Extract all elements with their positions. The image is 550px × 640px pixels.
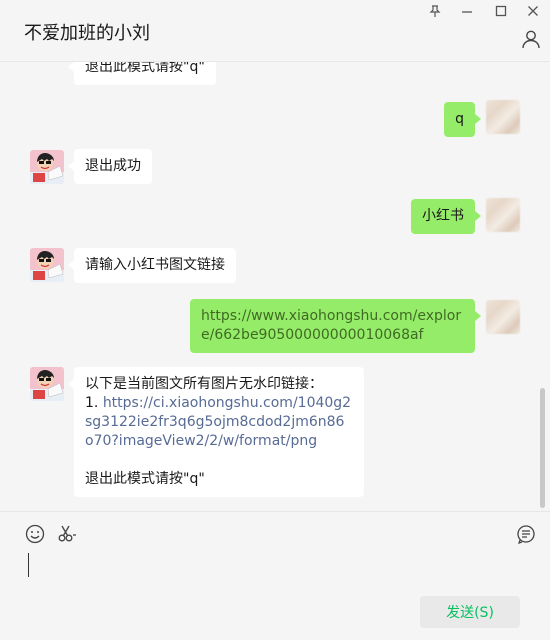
message-bubble-received[interactable]: 请输入小红书图文链接 <box>68 248 236 283</box>
message-text: 退出此模式请按"q" <box>85 62 205 75</box>
contact-avatar[interactable] <box>30 248 64 282</box>
input-area: 发送(S) <box>0 511 550 640</box>
emoji-icon[interactable] <box>24 523 46 545</box>
message-bubble-received[interactable]: 以下是当前图文所有图片无水印链接： 1. https://ci.xiaohong… <box>68 367 364 497</box>
maximize-icon[interactable] <box>490 4 512 22</box>
message-link[interactable]: https://www.xiaohongshu.com/explore/662b… <box>201 308 461 343</box>
message-bubble-received[interactable]: 退出成功 <box>68 149 152 184</box>
send-button[interactable]: 发送(S) <box>420 596 520 628</box>
message-list[interactable]: 退出此模式请按"q" q 退出成功 小红书 请输入小红书图文链接 https:/… <box>0 62 550 511</box>
message-text: q <box>455 111 464 127</box>
message-bubble-sent[interactable]: 小红书 <box>411 199 481 234</box>
chat-header: 不爱加班的小刘 <box>0 0 550 62</box>
self-avatar[interactable] <box>486 300 520 334</box>
message-bubble-sent[interactable]: q <box>444 102 481 137</box>
message-footer: 退出此模式请按"q" <box>85 471 205 487</box>
self-avatar[interactable] <box>486 100 520 134</box>
message-bubble-received[interactable]: 退出此模式请按"q" <box>68 62 216 85</box>
message-link-row: 1. https://ci.xiaohongshu.com/1040g2sg31… <box>85 394 353 451</box>
message-text: 小红书 <box>422 208 464 224</box>
message-intro: 以下是当前图文所有图片无水印链接： <box>85 376 323 392</box>
text-cursor[interactable] <box>28 553 29 577</box>
contact-avatar[interactable] <box>30 367 64 401</box>
contact-avatar[interactable] <box>30 150 64 184</box>
pin-icon[interactable] <box>424 4 446 22</box>
self-avatar[interactable] <box>486 198 520 232</box>
person-icon[interactable] <box>520 28 542 50</box>
message-text: 请输入小红书图文链接 <box>85 257 225 273</box>
chat-scrollbar[interactable] <box>540 388 545 508</box>
image-link[interactable]: https://ci.xiaohongshu.com/1040g2sg3122i… <box>85 395 351 449</box>
chat-history-icon[interactable] <box>515 523 537 545</box>
close-icon[interactable] <box>522 4 544 22</box>
message-bubble-sent[interactable]: https://www.xiaohongshu.com/explore/662b… <box>190 299 481 353</box>
chat-title: 不爱加班的小刘 <box>24 23 150 44</box>
minimize-icon[interactable] <box>456 4 478 22</box>
list-number: 1. <box>85 395 99 411</box>
message-text: 退出成功 <box>85 158 141 174</box>
scissors-icon[interactable] <box>56 523 78 545</box>
